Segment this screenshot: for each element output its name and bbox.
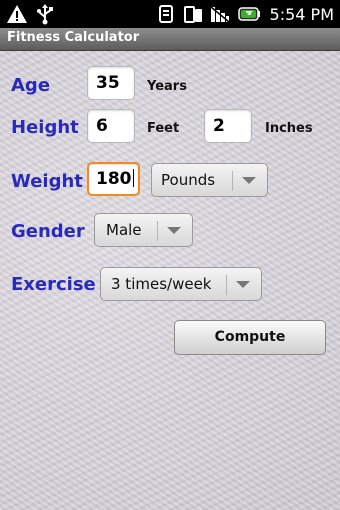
phone-icon [183,6,202,23]
usb-icon [37,4,53,25]
weight-label: Weight [11,171,83,192]
dropdown-separator [232,171,233,191]
text-caret [132,169,134,187]
exercise-selected: 3 times/week [111,275,212,293]
app-title: Fitness Calculator [7,30,140,45]
signal-icon [210,6,230,23]
chevron-down-icon [236,281,250,288]
weight-value: 180 [96,169,132,189]
inches-unit-label: Inches [265,121,313,136]
gender-selected: Male [106,221,142,239]
feet-unit-label: Feet [147,121,180,136]
dropdown-separator [157,221,158,241]
gender-label: Gender [11,221,85,242]
gender-dropdown[interactable]: Male [94,213,193,247]
chevron-down-icon [242,177,256,184]
height-feet-input[interactable]: 6 [87,109,135,143]
warning-icon [7,5,27,23]
battery-icon [237,7,260,21]
dropdown-separator [226,275,227,295]
age-label: Age [11,75,51,96]
compute-button[interactable]: Compute [174,320,326,355]
chevron-down-icon [167,227,181,234]
age-input[interactable]: 35 [87,66,135,100]
form-area: Age 35 Years Height 6 Feet 2 Inches Weig… [0,51,340,510]
clock: 5:54 PM [269,4,334,24]
weight-input[interactable]: 180 [87,162,140,196]
age-unit-label: Years [147,79,187,94]
weight-unit-selected: Pounds [161,171,216,189]
height-label: Height [11,117,79,138]
height-inches-input[interactable]: 2 [204,109,252,143]
status-bar: 5:54 PM [0,0,340,28]
exercise-label: Exercise [11,274,96,295]
app-title-bar: Fitness Calculator [0,28,340,51]
exercise-dropdown[interactable]: 3 times/week [100,267,262,301]
weight-unit-dropdown[interactable]: Pounds [151,163,268,197]
sync-icon [158,5,173,23]
